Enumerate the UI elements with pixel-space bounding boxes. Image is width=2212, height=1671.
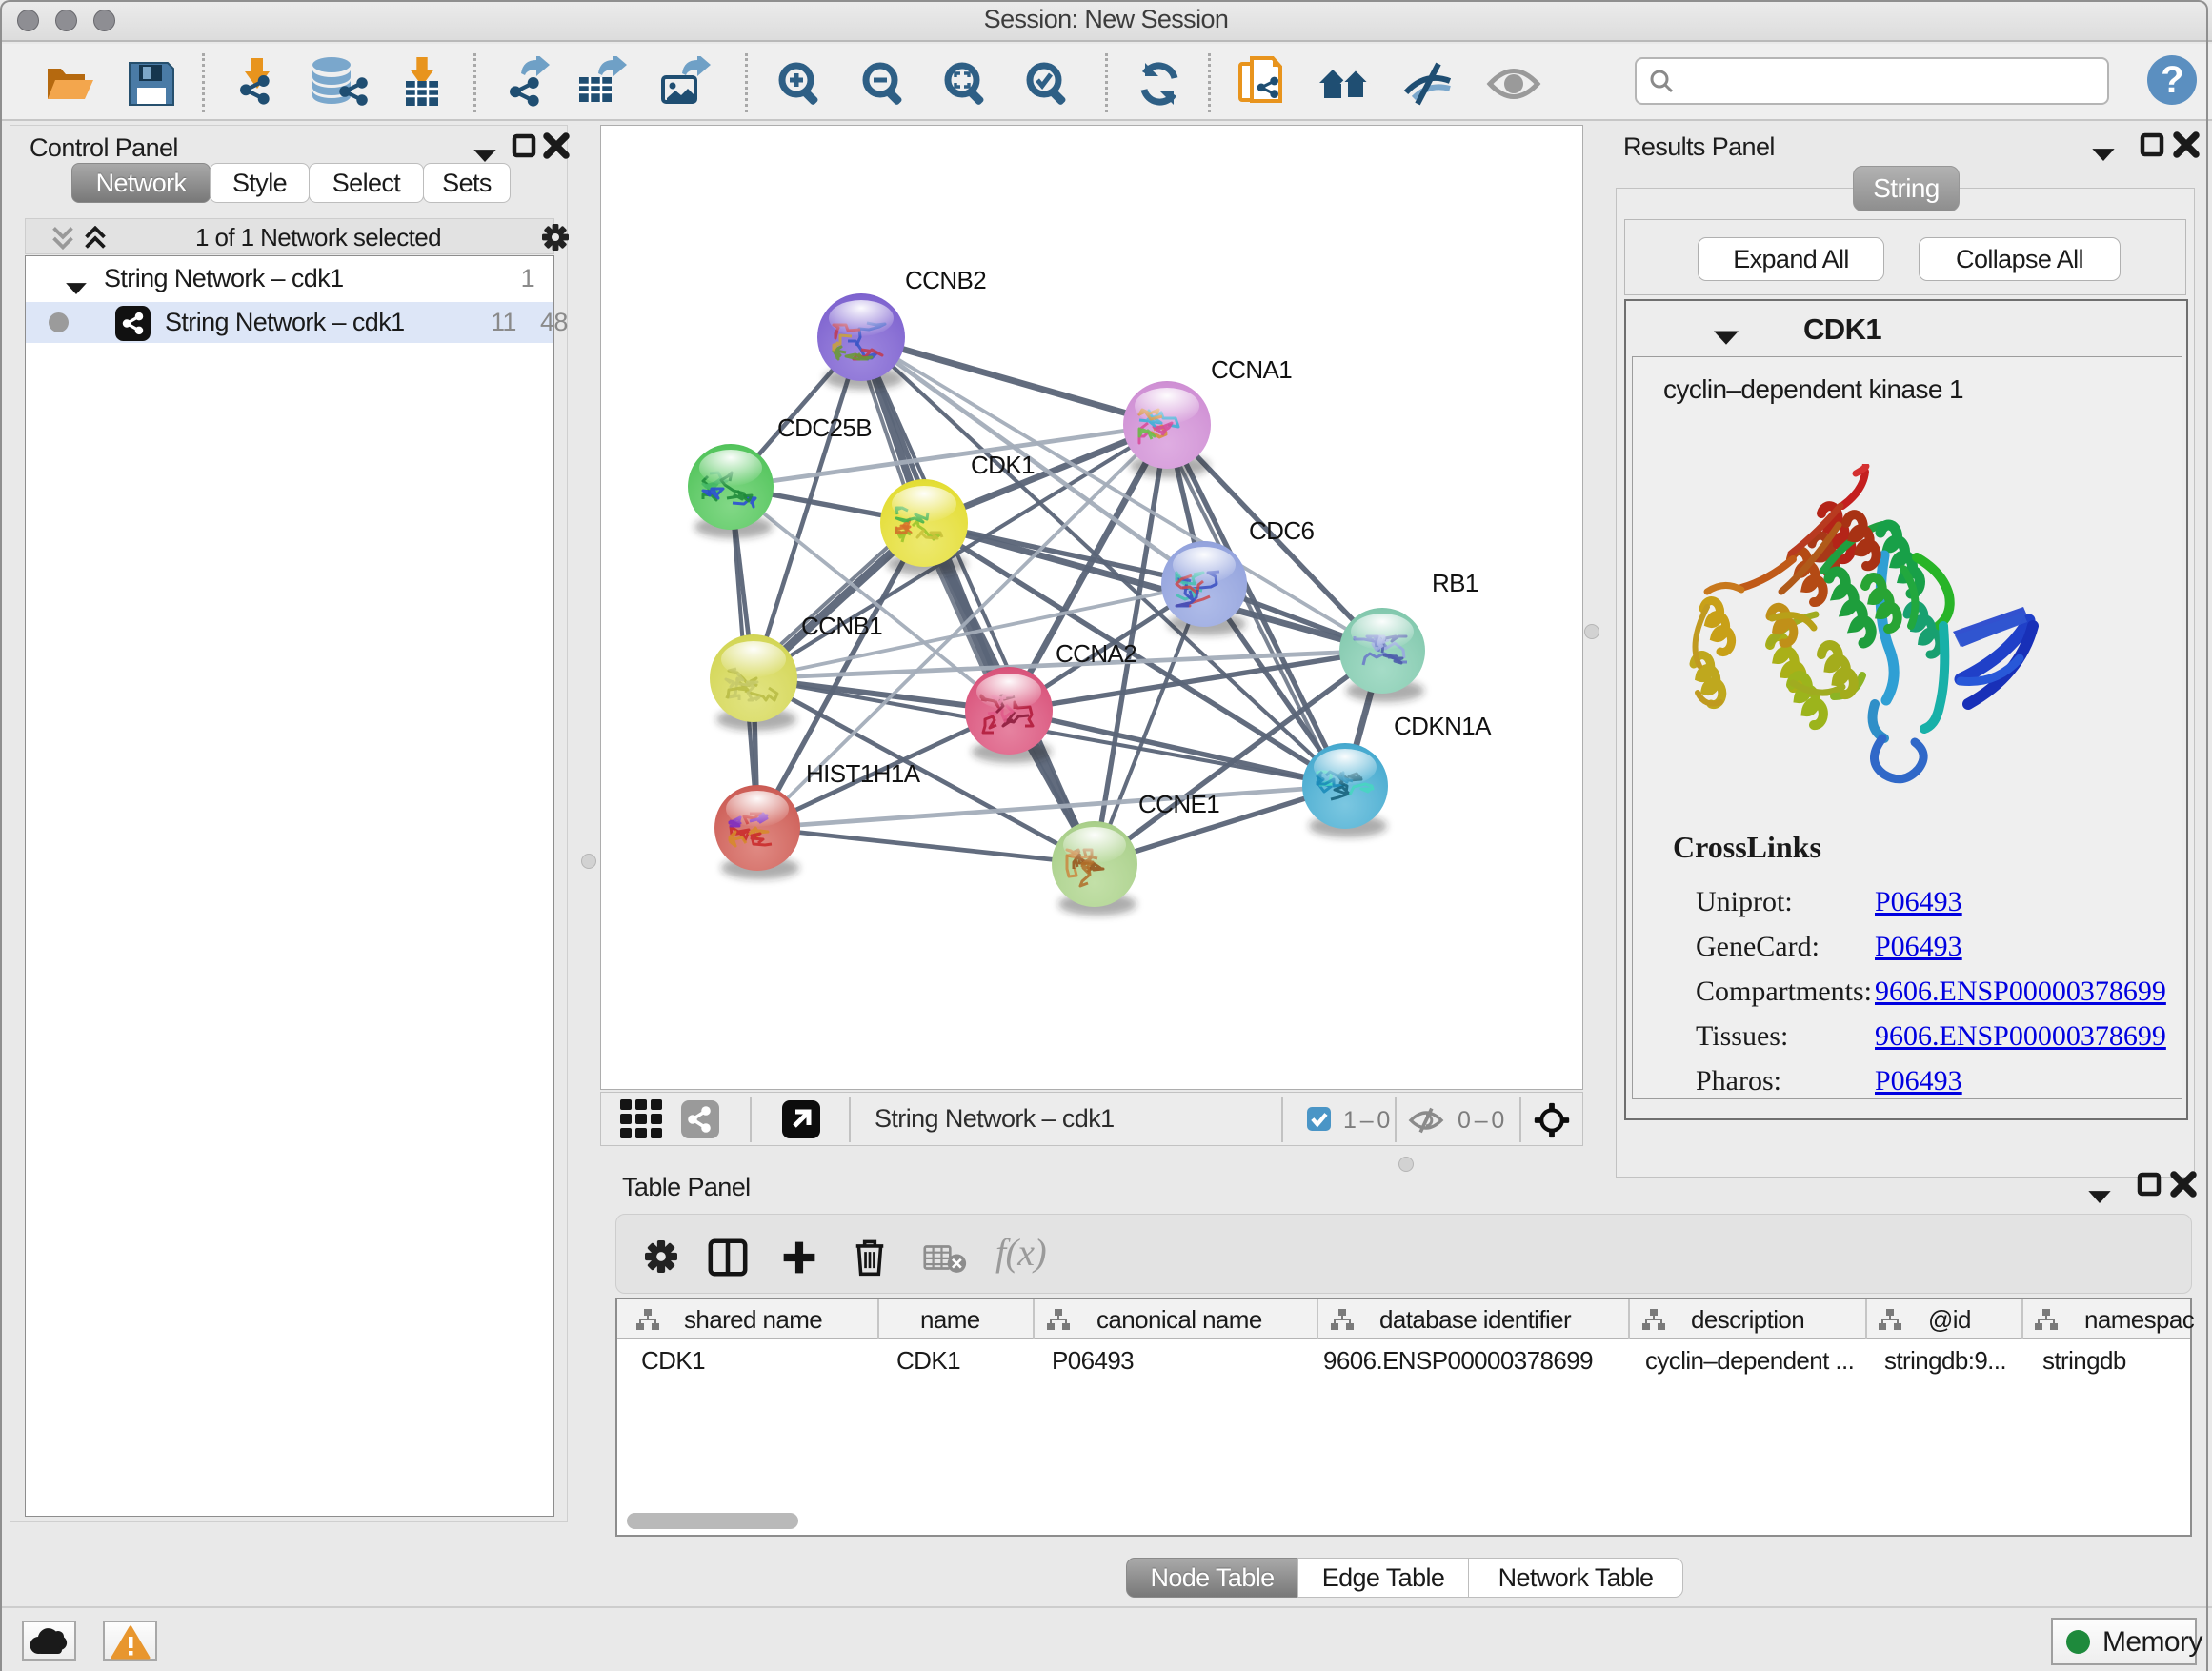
svg-text:CDC25B: CDC25B	[777, 413, 872, 442]
svg-text:CCNB2: CCNB2	[905, 266, 986, 294]
svg-text:CDKN1A: CDKN1A	[1394, 712, 1492, 740]
svg-text:CCNE1: CCNE1	[1138, 790, 1219, 818]
svg-text:CCNA1: CCNA1	[1211, 355, 1292, 384]
svg-text:CCNA2: CCNA2	[1056, 639, 1136, 668]
svg-text:RB1: RB1	[1432, 569, 1478, 597]
svg-text:CCNB1: CCNB1	[801, 612, 882, 640]
svg-text:HIST1H1A: HIST1H1A	[806, 759, 921, 788]
svg-text:CDK1: CDK1	[971, 451, 1035, 479]
svg-text:CDC6: CDC6	[1249, 516, 1315, 545]
